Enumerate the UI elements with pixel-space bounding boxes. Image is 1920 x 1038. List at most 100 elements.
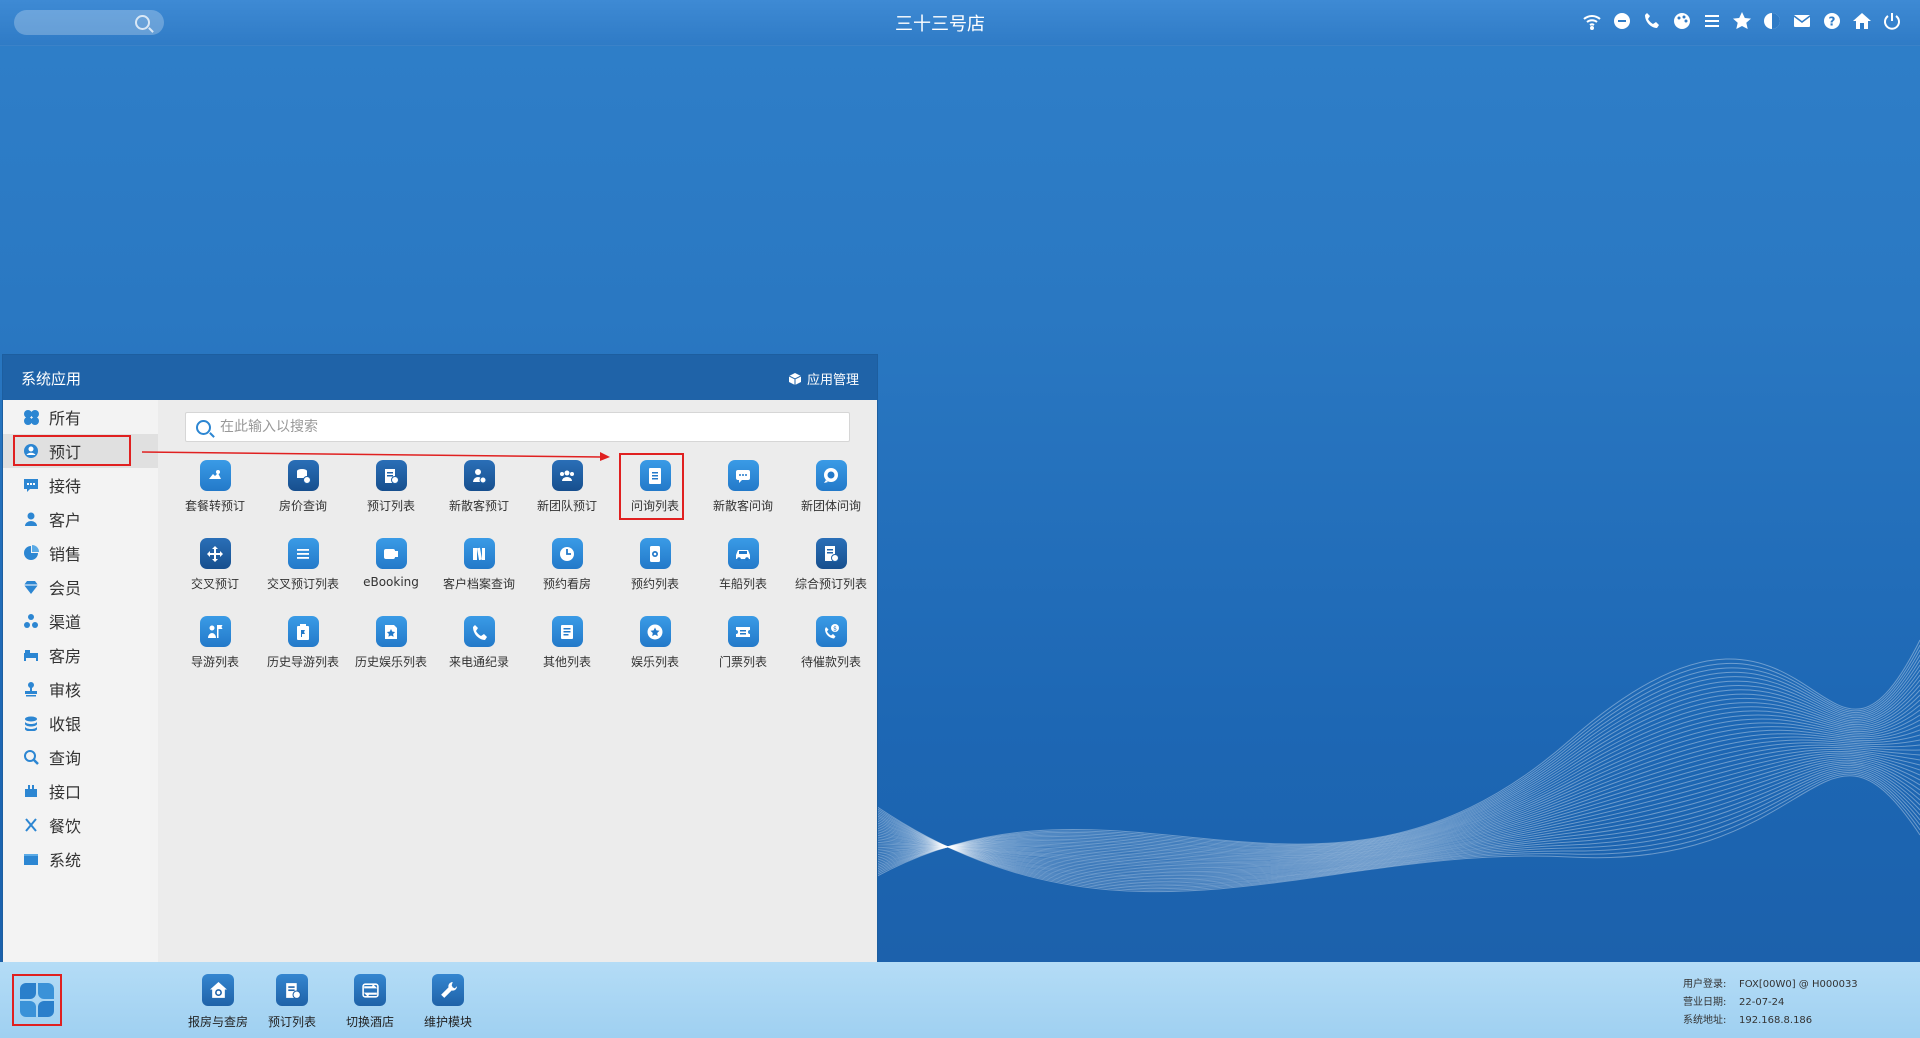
app-tile[interactable]: 预约看房 — [523, 534, 611, 612]
sidebar-item-label: 销售 — [49, 545, 82, 564]
half-moon-icon[interactable] — [1762, 11, 1782, 31]
sidebar-item[interactable]: 查询 — [3, 740, 158, 774]
search-icon — [24, 750, 39, 765]
app-tile[interactable]: 其他列表 — [523, 612, 611, 690]
sidebar-item[interactable]: 接口 — [3, 774, 158, 808]
sidebar-item[interactable]: 渠道 — [3, 604, 158, 638]
sidebar-item[interactable]: 会员 — [3, 570, 158, 604]
sidebar-item[interactable]: 接待 — [3, 468, 158, 502]
app-tile[interactable]: 预约列表 — [611, 534, 699, 612]
app-tile[interactable]: 历史导游列表 — [259, 612, 347, 690]
app-tile[interactable]: $ 待催款列表 — [787, 612, 875, 690]
wrench-icon — [432, 974, 464, 1006]
app-tile[interactable]: 车船列表 — [699, 534, 787, 612]
menu-icon[interactable] — [1702, 11, 1722, 31]
taskbar-item-label: 切换酒店 — [346, 1015, 395, 1029]
diamond-icon — [24, 581, 38, 594]
app-tile[interactable]: 来电通纪录 — [435, 612, 523, 690]
app-tile[interactable]: 新团队预订 — [523, 456, 611, 534]
sidebar-item[interactable]: 系统 — [3, 842, 158, 876]
app-tile[interactable]: 交叉预订 — [171, 534, 259, 612]
sidebar-item[interactable]: 审核 — [3, 672, 158, 706]
coins-icon — [25, 716, 37, 731]
app-tile-label: 客户档案查询 — [442, 577, 515, 591]
grid-icon — [24, 410, 39, 425]
star-doc-icon — [375, 616, 407, 647]
add-person-icon — [463, 460, 495, 491]
plug-icon — [25, 785, 37, 797]
app-tile-label: 综合预订列表 — [794, 577, 867, 591]
app-manage-button[interactable]: 应用管理 — [788, 369, 859, 388]
app-tile[interactable]: 历史娱乐列表 — [347, 612, 435, 690]
package-icon — [199, 460, 231, 491]
app-search-input[interactable] — [218, 415, 842, 439]
person-icon — [25, 512, 37, 526]
ticket-icon — [375, 538, 407, 569]
wifi-icon[interactable] — [1582, 11, 1602, 31]
switch-icon — [354, 974, 386, 1006]
sidebar-item[interactable]: 销售 — [3, 536, 158, 570]
sidebar-item[interactable]: 所有 — [3, 400, 158, 434]
sidebar-item-label: 所有 — [49, 409, 82, 428]
sidebar-item[interactable]: 餐饮 — [3, 808, 158, 842]
taskbar-item[interactable]: 切换酒店 — [346, 974, 394, 1030]
sidebar-item[interactable]: 预订 — [3, 434, 158, 468]
clipboard-flag-icon — [287, 616, 319, 647]
pie-icon — [24, 545, 39, 560]
phone-icon[interactable] — [1642, 11, 1662, 31]
palette-icon[interactable] — [1672, 11, 1692, 31]
category-sidebar: 所有预订接待客户销售会员渠道客房 审核 收银 查询 接口餐饮系统 — [3, 400, 158, 963]
chat-bubble-icon — [727, 460, 759, 491]
app-tile[interactable]: 交叉预订列表 — [259, 534, 347, 612]
taskbar-item[interactable]: 预订列表 — [268, 974, 316, 1030]
taskbar-item[interactable]: 报房与查房 — [188, 974, 248, 1030]
sidebar-item[interactable]: 客户 — [3, 502, 158, 536]
system-address-value: 192.168.8.186 — [1739, 1015, 1813, 1026]
doc-gear-icon — [815, 538, 847, 569]
home-icon[interactable] — [1852, 11, 1872, 31]
annotation-arrow — [142, 451, 610, 461]
taskbar-item-label: 维护模块 — [424, 1015, 473, 1029]
app-tile[interactable]: 客户档案查询 — [435, 534, 523, 612]
app-tile[interactable]: 新散客预订 — [435, 456, 523, 534]
app-tile[interactable]: 新散客问询 — [699, 456, 787, 534]
background-wave-decoration — [870, 639, 1920, 893]
app-tile[interactable]: 房价查询 — [259, 456, 347, 534]
start-menu-button[interactable] — [12, 974, 62, 1026]
list-doc-icon — [276, 974, 308, 1006]
sidebar-item-label: 会员 — [49, 579, 82, 598]
sidebar-item-label: 餐饮 — [49, 817, 82, 836]
app-tile[interactable]: 综合预订列表 — [787, 534, 875, 612]
app-tile[interactable]: eBooking — [347, 534, 435, 612]
app-tile[interactable]: 套餐转预订 — [171, 456, 259, 534]
sidebar-item-label: 接待 — [49, 477, 82, 496]
chat-icon[interactable] — [1612, 11, 1632, 31]
help-icon[interactable]: ? — [1822, 11, 1842, 31]
sidebar-item[interactable]: 收银 — [3, 706, 158, 740]
svg-text:$: $ — [833, 625, 837, 632]
message-icon — [24, 479, 38, 492]
app-tile[interactable]: 门票列表 — [699, 612, 787, 690]
app-tile-label: 交叉预订列表 — [266, 577, 339, 591]
power-icon[interactable] — [1882, 11, 1902, 31]
sidebar-item[interactable]: 客房 — [3, 638, 158, 672]
app-tile[interactable]: 问询列表 — [611, 453, 699, 534]
sidebar-item-label: 渠道 — [49, 613, 82, 632]
star-icon[interactable] — [1732, 11, 1752, 31]
app-content: 套餐转预订 房价查询 预订列表 新散客预订 新团队预订问询列表新散客问询 新团体问询交叉预… — [158, 400, 877, 963]
app-tile[interactable]: 娱乐列表 — [611, 612, 699, 690]
taskbar-item-label: 预订列表 — [268, 1015, 317, 1029]
app-tile[interactable]: 预订列表 — [347, 456, 435, 534]
utensils-icon — [25, 818, 37, 832]
house-search-icon — [202, 974, 234, 1006]
app-tile-label: 预约看房 — [542, 577, 591, 591]
mail-icon[interactable] — [1792, 11, 1812, 31]
user-value: FOX[00W0] @ H000033 — [1739, 979, 1858, 990]
app-tile-label: 导游列表 — [190, 655, 239, 669]
app-tile[interactable]: 导游列表 — [171, 612, 259, 690]
app-tile-label: 房价查询 — [278, 499, 327, 513]
app-tile[interactable]: 新团体问询 — [787, 456, 875, 534]
taskbar-item[interactable]: 维护模块 — [424, 974, 472, 1030]
books-icon — [463, 538, 495, 569]
app-tile-label: 预订列表 — [366, 499, 415, 513]
